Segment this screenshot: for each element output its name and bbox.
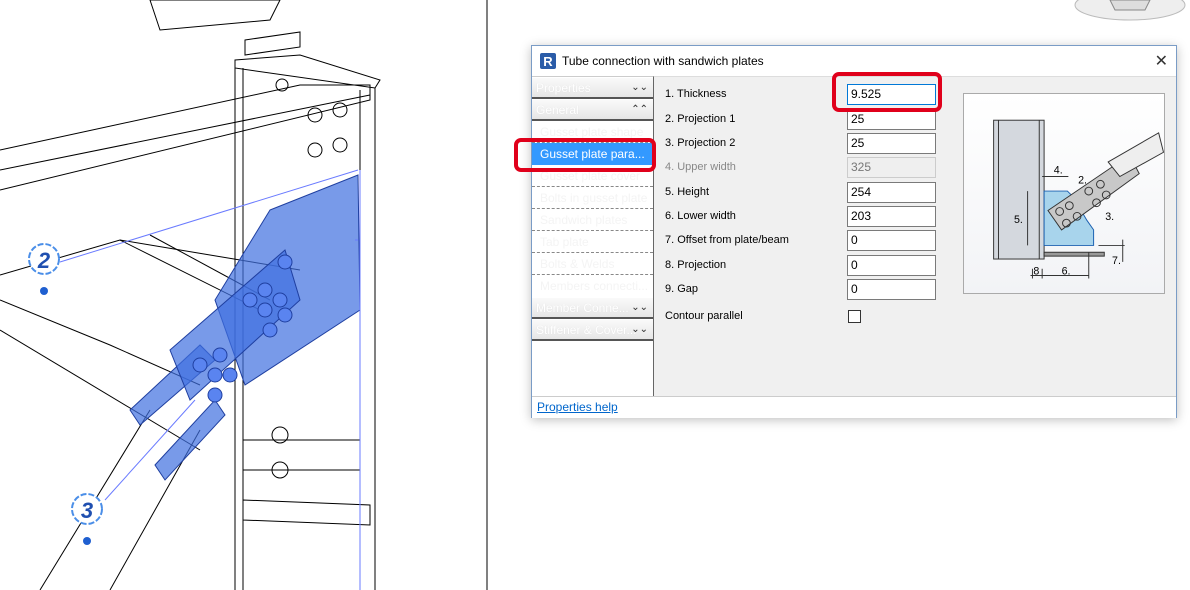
sidebar-item[interactable]: Bolts in gusset plate	[532, 187, 653, 209]
3d-model-viewport[interactable]: 2 3	[0, 0, 530, 590]
field-lower-width: 6. Lower width	[665, 205, 965, 227]
revit-logo-icon: R	[540, 53, 556, 69]
field-label: 8. Projection	[665, 259, 727, 271]
sidebar-header-member-connection[interactable]: Member Conne... ⌄⌄	[532, 298, 653, 319]
diagram-label-8: 8	[1033, 266, 1039, 278]
diagram-label-3: 3.	[1105, 211, 1114, 223]
field-label: 3. Projection 2	[665, 137, 736, 149]
svg-text:3: 3	[81, 498, 93, 523]
field-offset: 7. Offset from plate/beam	[665, 229, 965, 251]
sidebar-item[interactable]: Members connecti...	[532, 275, 653, 297]
svg-text:2: 2	[37, 248, 51, 273]
header-label: Member Conne...	[536, 301, 629, 315]
parameters-panel: 1. Thickness 2. Projection 1 3. Projecti…	[654, 76, 1176, 396]
field-label: 7. Offset from plate/beam	[665, 234, 789, 246]
offset-input[interactable]	[847, 229, 936, 251]
diagram-label-5: 5.	[1014, 214, 1023, 226]
header-label: General	[536, 103, 579, 117]
field-gap: 9. Gap	[665, 278, 965, 300]
sidebar-item[interactable]: Sandwich plates	[532, 209, 653, 231]
field-label: 5. Height	[665, 186, 710, 198]
dialog-title: Tube connection with sandwich plates	[562, 54, 764, 68]
dialog-footer: Properties help	[532, 396, 1176, 418]
sidebar-header-stiffener-cover[interactable]: Stiffener & Cover... ⌄⌄	[532, 320, 653, 341]
sidebar-header-properties[interactable]: Properties ⌄⌄	[532, 78, 653, 99]
height-input[interactable]	[847, 181, 936, 203]
viewcube[interactable]	[1070, 0, 1190, 25]
field-label: 1. Thickness	[665, 88, 727, 100]
marker-3[interactable]: 3	[71, 493, 103, 545]
header-label: Properties	[536, 81, 591, 95]
field-upper-width: 4. Upper width	[665, 156, 965, 178]
sidebar: Properties ⌄⌄ General ⌃⌃ Gusset plate shap…	[532, 76, 654, 396]
projection-input[interactable]	[847, 254, 936, 276]
marker-2[interactable]: 2	[28, 243, 60, 295]
chevron-down-icon: ⌄⌄	[631, 324, 648, 335]
lower-width-input[interactable]	[847, 205, 936, 227]
field-label: 9. Gap	[665, 283, 699, 295]
properties-help-link[interactable]: Properties help	[537, 400, 618, 414]
diagram-label-6: 6.	[1062, 266, 1071, 278]
field-height: 5. Height	[665, 181, 965, 203]
upper-width-input	[847, 156, 936, 178]
chevron-down-icon: ⌄⌄	[631, 82, 648, 93]
highlight-thickness	[832, 72, 942, 112]
sidebar-item[interactable]: Bolts & Welds	[532, 253, 653, 275]
field-projection-2: 3. Projection 2	[665, 132, 965, 154]
diagram-label-2: 2.	[1078, 174, 1087, 186]
close-icon[interactable]: ✕	[1155, 51, 1168, 71]
projection-2-input[interactable]	[847, 132, 936, 154]
diagram-label-4: 4.	[1054, 165, 1063, 177]
header-label: Stiffener & Cover...	[536, 323, 637, 337]
field-contour-parallel: Contour parallel	[665, 305, 965, 327]
gap-input[interactable]	[847, 278, 936, 300]
field-projection: 8. Projection	[665, 254, 965, 276]
sidebar-header-general[interactable]: General ⌃⌃	[532, 100, 653, 121]
gusset-plate-diagram: 4. 2. 3. 5. 6. 7. 8	[963, 93, 1165, 294]
chevron-down-icon: ⌄⌄	[631, 302, 648, 313]
chevron-up-icon: ⌃⌃	[631, 104, 648, 115]
contour-parallel-checkbox[interactable]	[848, 309, 861, 323]
highlight-gusset-plate-item	[514, 138, 656, 172]
field-label: 6. Lower width	[665, 210, 736, 222]
field-label: 4. Upper width	[665, 161, 736, 173]
sidebar-item[interactable]: Tab plate	[532, 231, 653, 253]
field-label: 2. Projection 1	[665, 113, 736, 125]
field-label: Contour parallel	[665, 310, 743, 322]
diagram-label-7: 7.	[1112, 255, 1121, 267]
